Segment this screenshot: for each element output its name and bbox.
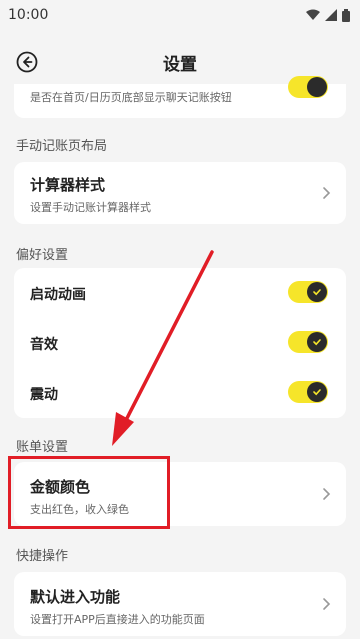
status-icons bbox=[306, 8, 350, 22]
pref-row-vibration: 震动 bbox=[14, 368, 346, 418]
chat-button-toggle[interactable] bbox=[288, 76, 328, 98]
annotation-highlight-box bbox=[8, 456, 170, 529]
section-title-manual-layout: 手动记账页布局 bbox=[16, 139, 108, 154]
vibration-toggle[interactable] bbox=[288, 381, 328, 403]
pref-label: 启动动画 bbox=[30, 287, 86, 303]
section-title-shortcuts: 快捷操作 bbox=[16, 549, 69, 564]
pref-row-sound: 音效 bbox=[14, 318, 346, 368]
section-title-preferences: 偏好设置 bbox=[16, 248, 69, 263]
sound-toggle[interactable] bbox=[288, 331, 328, 353]
calculator-style-title: 计算器样式 bbox=[30, 176, 106, 194]
section-title-bill-settings: 账单设置 bbox=[16, 440, 69, 455]
pref-label: 震动 bbox=[30, 387, 58, 403]
check-icon bbox=[313, 389, 321, 396]
toggle-knob bbox=[307, 77, 327, 97]
default-entry-item[interactable]: 默认进入功能 设置打开APP后直接进入的功能页面 bbox=[14, 572, 346, 636]
page-title: 设置 bbox=[163, 54, 197, 75]
default-entry-title: 默认进入功能 bbox=[30, 588, 121, 606]
calculator-style-subtitle: 设置手动记账计算器样式 bbox=[30, 201, 151, 214]
chevron-right-icon bbox=[323, 598, 331, 610]
chevron-right-icon bbox=[323, 187, 331, 199]
signal-icon bbox=[325, 9, 337, 21]
toggle-knob bbox=[307, 382, 327, 402]
launch-animation-toggle[interactable] bbox=[288, 281, 328, 303]
check-icon bbox=[313, 339, 321, 346]
back-arrow-icon bbox=[16, 51, 38, 73]
chat-button-setting-card: 是否在首页/日历页底部显示聊天记账按钮 bbox=[14, 76, 346, 118]
wifi-icon bbox=[306, 9, 320, 20]
toggle-knob bbox=[307, 332, 327, 352]
chevron-right-icon bbox=[323, 488, 331, 500]
default-entry-subtitle: 设置打开APP后直接进入的功能页面 bbox=[30, 613, 205, 626]
battery-icon bbox=[342, 8, 350, 22]
toggle-knob bbox=[307, 282, 327, 302]
calculator-style-item[interactable]: 计算器样式 设置手动记账计算器样式 bbox=[14, 162, 346, 224]
pref-row-launch-animation: 启动动画 bbox=[14, 268, 346, 318]
back-button[interactable] bbox=[13, 48, 41, 76]
chat-button-setting-subtitle: 是否在首页/日历页底部显示聊天记账按钮 bbox=[30, 91, 232, 104]
pref-label: 音效 bbox=[30, 337, 58, 353]
check-icon bbox=[313, 289, 321, 296]
status-bar: 10:00 bbox=[0, 0, 360, 30]
preferences-card: 启动动画 音效 震动 bbox=[14, 268, 346, 418]
status-time: 10:00 bbox=[8, 7, 49, 23]
